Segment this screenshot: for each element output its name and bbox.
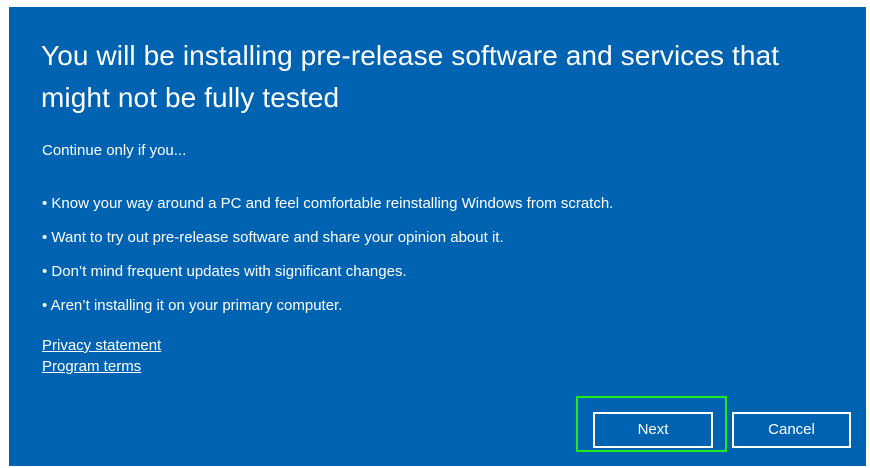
dialog-title: You will be installing pre-release softw…	[41, 40, 780, 113]
cancel-button[interactable]: Cancel	[732, 412, 851, 448]
insider-warning-dialog: You will be installing pre-release softw…	[9, 7, 866, 466]
list-item: • Aren’t installing it on your primary c…	[42, 297, 343, 314]
next-button[interactable]: Next	[593, 412, 713, 448]
list-item: • Want to try out pre-release software a…	[42, 229, 504, 246]
links-group: Privacy statement Program terms	[42, 335, 161, 377]
intro-text: Continue only if you...	[42, 142, 187, 159]
privacy-statement-link[interactable]: Privacy statement	[42, 335, 161, 356]
program-terms-link[interactable]: Program terms	[42, 356, 141, 377]
list-item: • Know your way around a PC and feel com…	[42, 195, 614, 212]
screenshot-frame: You will be installing pre-release softw…	[0, 0, 870, 468]
list-item: • Don’t mind frequent updates with signi…	[42, 263, 407, 280]
requirements-list: • Know your way around a PC and feel com…	[42, 194, 613, 330]
